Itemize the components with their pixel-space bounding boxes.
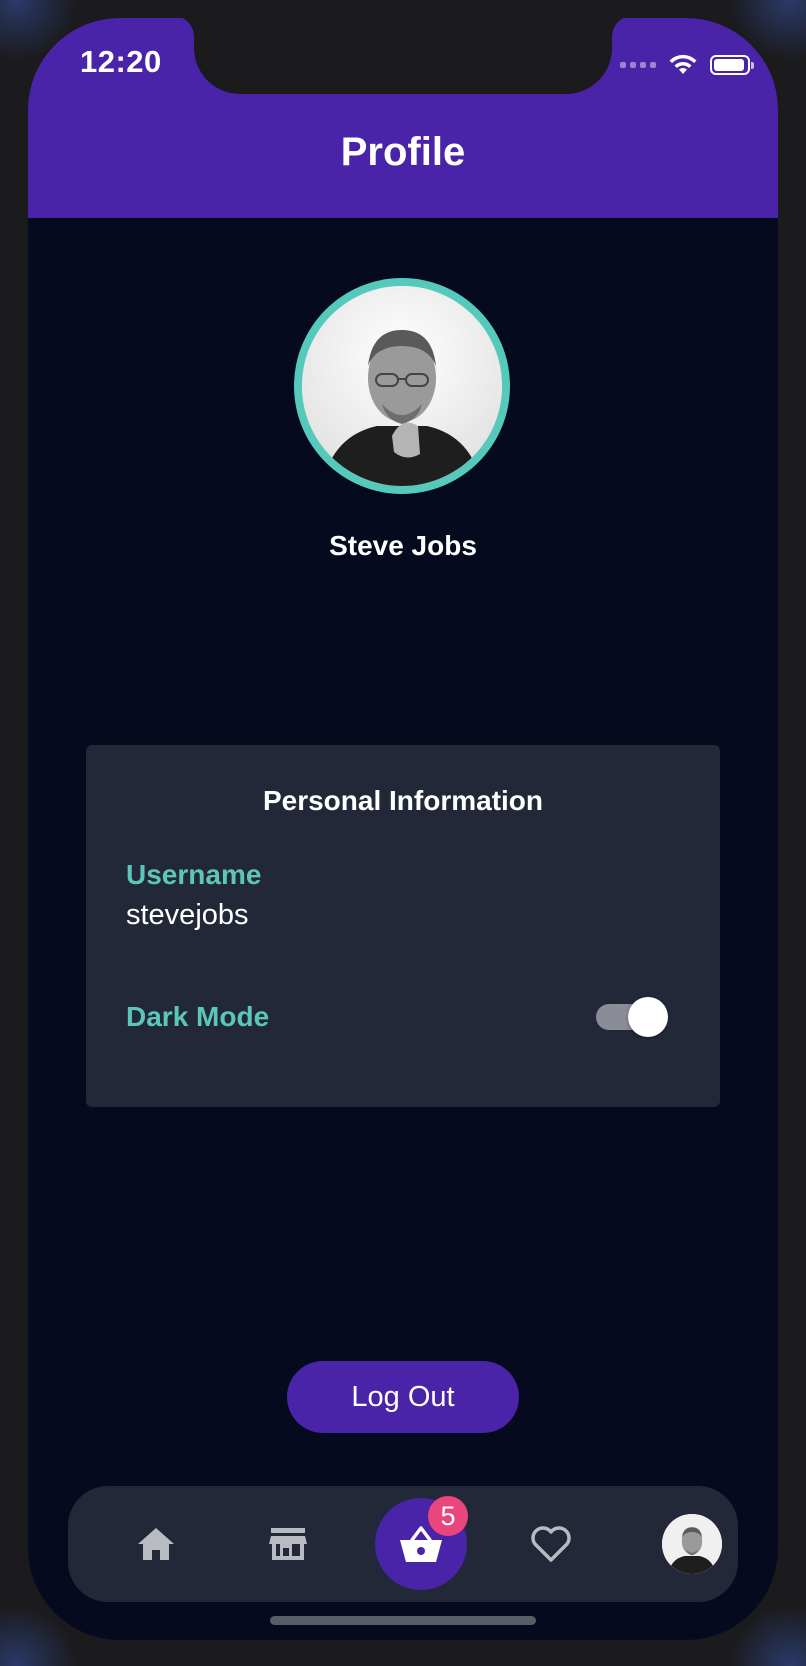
cellular-signal-icon: [620, 62, 656, 68]
bottom-tab-bar: 5: [68, 1486, 738, 1602]
card-title: Personal Information: [262, 785, 544, 816]
page-title: Profile: [340, 130, 466, 174]
wifi-icon: [669, 54, 697, 74]
tab-favorites[interactable]: [511, 1486, 591, 1602]
cart-count-badge: 5: [428, 1496, 468, 1536]
battery-icon: [710, 55, 754, 75]
tab-cart[interactable]: 5: [375, 1496, 468, 1590]
store-icon: [269, 1528, 307, 1560]
dark-mode-toggle[interactable]: [596, 997, 668, 1037]
home-indicator[interactable]: [270, 1616, 536, 1625]
device-notch: [174, 18, 632, 94]
profile-name: Steve Jobs: [329, 530, 477, 561]
home-icon: [138, 1528, 174, 1560]
person-photo-icon: [302, 286, 502, 486]
tab-profile-avatar[interactable]: [662, 1514, 722, 1574]
dark-mode-label: Dark Mode: [126, 1001, 270, 1032]
status-icons: [620, 54, 754, 76]
app-header: 12:20 Profile: [28, 18, 778, 218]
tab-home[interactable]: [116, 1486, 196, 1602]
heart-icon: [531, 1526, 571, 1562]
logout-button[interactable]: Log Out: [287, 1361, 519, 1433]
status-time: 12:20: [80, 44, 162, 79]
toggle-knob: [628, 997, 668, 1037]
profile-avatar[interactable]: [294, 278, 510, 494]
avatar-icon: [662, 1514, 722, 1574]
battery-level: [714, 59, 745, 71]
username-label: Username: [126, 859, 262, 890]
device-frame: 12:20 Profile Steve Jobs Personal Inform…: [0, 0, 806, 1666]
username-value: stevejobs: [126, 899, 249, 931]
app-screen: 12:20 Profile Steve Jobs Personal Inform…: [28, 18, 778, 1640]
tab-store[interactable]: [248, 1486, 328, 1602]
personal-information-card: Personal Information Username stevejobs …: [86, 745, 720, 1107]
